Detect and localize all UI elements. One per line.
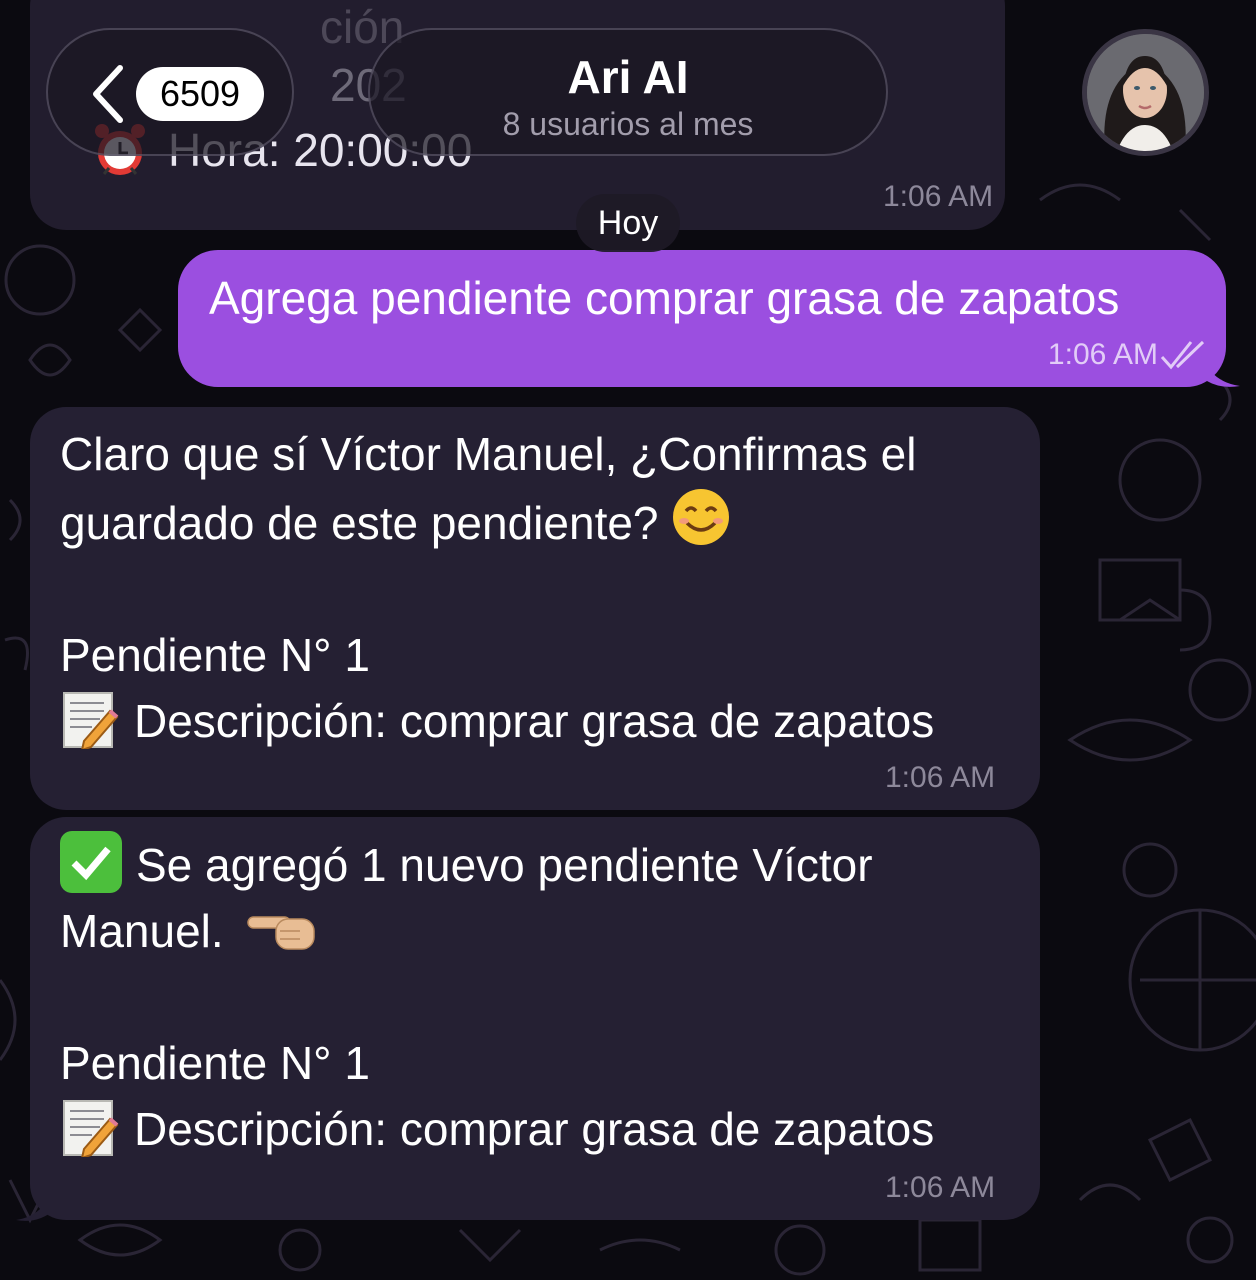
chat-subtitle: 8 usuarios al mes bbox=[502, 106, 754, 142]
previous-message-time: 1:06 AM bbox=[883, 180, 994, 213]
outgoing-bubble-tail bbox=[1200, 352, 1240, 387]
message-line: Claro que sí Víctor Manuel, ¿Confirmas e… bbox=[60, 428, 917, 480]
incoming-bubble-tail bbox=[16, 1186, 54, 1221]
message-line: guardado de este pendiente? bbox=[60, 487, 934, 556]
pointing-left-hand-icon bbox=[247, 916, 316, 950]
incoming-message-bubble[interactable]: Claro que sí Víctor Manuel, ¿Confirmas e… bbox=[30, 407, 1040, 810]
outgoing-message-time: 1:06 AM bbox=[1047, 338, 1158, 371]
outgoing-message-bubble[interactable]: Agrega pendiente comprar grasa de zapato… bbox=[178, 250, 1226, 387]
check-mark-box-icon bbox=[60, 831, 122, 893]
unread-count-badge: 6509 bbox=[136, 67, 264, 121]
message-line: Manuel. bbox=[60, 898, 934, 964]
incoming-message-bubble[interactable]: Se agregó 1 nuevo pendiente Víctor Manue… bbox=[30, 817, 1040, 1220]
date-separator: Hoy bbox=[576, 194, 680, 252]
smiling-face-icon bbox=[673, 489, 730, 545]
memo-pencil-icon bbox=[63, 692, 119, 749]
back-button[interactable]: 6509 bbox=[46, 28, 294, 156]
chat-header[interactable]: Ari AI 8 usuarios al mes bbox=[368, 28, 888, 156]
incoming-message-time: 1:06 AM bbox=[885, 761, 996, 794]
message-line: Se agregó 1 nuevo pendiente Víctor bbox=[60, 831, 934, 898]
avatar[interactable] bbox=[1082, 29, 1209, 156]
memo-pencil-icon bbox=[63, 1100, 119, 1157]
pendiente-number: Pendiente N° 1 bbox=[60, 629, 370, 681]
pendiente-description: Descripción: comprar grasa de zapatos bbox=[60, 688, 934, 754]
pendiente-description: Descripción: comprar grasa de zapatos bbox=[60, 1096, 934, 1162]
outgoing-message-text: Agrega pendiente comprar grasa de zapato… bbox=[209, 272, 1120, 324]
incoming-message-time: 1:06 AM bbox=[885, 1171, 996, 1204]
pendiente-number: Pendiente N° 1 bbox=[60, 1037, 370, 1089]
chat-title: Ari AI bbox=[567, 51, 689, 103]
profile-photo bbox=[1087, 34, 1204, 151]
chevron-left-icon bbox=[93, 65, 123, 123]
